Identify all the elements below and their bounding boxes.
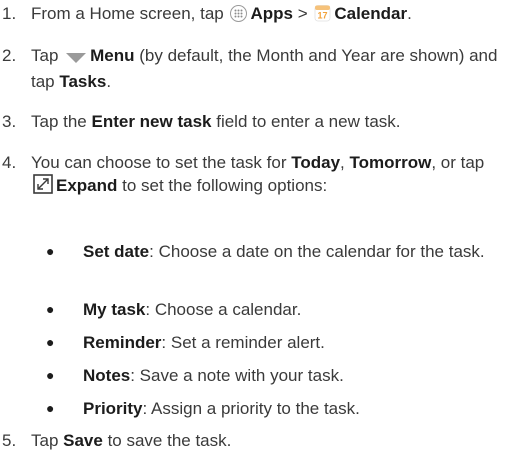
menu-label: Menu [90, 46, 135, 65]
step-number: 1. [2, 4, 17, 23]
bullet-icon: ● [46, 367, 55, 383]
bullet-icon: ● [46, 243, 55, 259]
tomorrow-label: Tomorrow [349, 153, 432, 172]
today-label: Today [291, 153, 341, 172]
enter-new-task-label: Enter new task [91, 112, 212, 131]
expand-icon [33, 174, 53, 200]
calendar-icon-text: 17 [318, 11, 328, 21]
step-text: You can choose to set the task for Today… [31, 151, 505, 200]
apps-label: Apps [250, 4, 293, 23]
option-text: Notes: Save a note with your task. [83, 366, 344, 385]
instructions-document: 1. From a Home screen, tap Apps > 17 Cale… [0, 0, 509, 453]
step-number: 3. [2, 112, 17, 131]
calendar-icon: 17 [314, 4, 331, 28]
bullet-icon: ● [46, 400, 55, 416]
dropdown-triangle-icon [65, 47, 87, 70]
option-text: Priority: Assign a priority to the task. [83, 399, 360, 418]
option-text: Reminder: Set a reminder alert. [83, 333, 325, 352]
bullet-icon: ● [46, 301, 55, 317]
step-number: 5. [2, 431, 17, 450]
expand-label: Expand [56, 176, 118, 195]
step-text: Tap Menu (by default, the Month and Year… [31, 46, 498, 91]
save-label: Save [63, 431, 103, 450]
step-text: Tap Save to save the task. [31, 431, 232, 450]
step-number: 4. [2, 153, 17, 172]
step-number: 2. [2, 46, 17, 65]
option-text: My task: Choose a calendar. [83, 300, 302, 319]
step-text: From a Home screen, tap Apps > 17 Calenda… [31, 2, 505, 28]
option-text: Set date: Choose a date on the calendar … [83, 242, 485, 261]
bullet-icon: ● [46, 334, 55, 350]
apps-grid-icon [230, 5, 248, 28]
step-text: Tap the Enter new task field to enter a … [31, 112, 401, 131]
tasks-label: Tasks [59, 72, 107, 91]
calendar-label: Calendar [334, 4, 408, 23]
